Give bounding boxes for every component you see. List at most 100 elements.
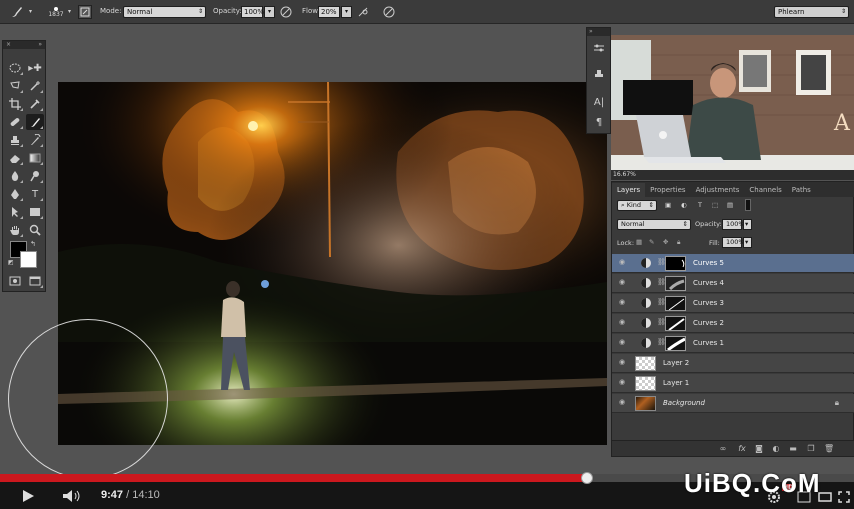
add-mask-icon[interactable]: ◙ <box>754 444 764 454</box>
magic-wand-tool-icon[interactable] <box>26 78 44 94</box>
blend-mode-dropdown[interactable]: Normal ⇕ <box>617 219 691 230</box>
brush-tool-preset-icon[interactable] <box>8 3 26 21</box>
eraser-tool-icon[interactable] <box>6 150 24 166</box>
filter-pixel-icon[interactable]: ▣ <box>665 201 671 209</box>
layer-name[interactable]: Curves 1 <box>693 339 724 347</box>
tab-adjustments[interactable]: Adjustments <box>691 183 745 197</box>
tab-layers[interactable]: Layers <box>612 183 646 197</box>
quick-mask-icon[interactable] <box>6 273 24 289</box>
pressure-size-icon[interactable] <box>382 5 396 19</box>
layer-opacity-arrow-icon[interactable]: ▾ <box>743 219 752 230</box>
tools-panel-header[interactable]: × » <box>3 41 45 49</box>
history-brush-tool-icon[interactable] <box>26 132 44 148</box>
layer-row-curves-3[interactable]: ◉ ⛓ Curves 3 <box>612 294 854 313</box>
zoom-tool-icon[interactable] <box>26 222 44 238</box>
layer-row-curves-2[interactable]: ◉ ⛓ Curves 2 <box>612 314 854 333</box>
collapse-icon[interactable]: » <box>38 41 42 49</box>
brush-size-picker[interactable]: 1837 <box>45 2 67 22</box>
flow-input[interactable]: 20% <box>318 6 340 18</box>
preset-dropdown-arrow-icon[interactable]: ▾ <box>29 8 32 15</box>
pressure-opacity-icon[interactable] <box>279 5 293 19</box>
lasso-tool-icon[interactable] <box>6 78 24 94</box>
spot-healing-tool-icon[interactable] <box>6 114 24 130</box>
layer-mask-thumbnail[interactable] <box>665 276 686 291</box>
layer-opacity-input[interactable]: 100% <box>722 219 745 230</box>
path-selection-tool-icon[interactable] <box>6 204 24 220</box>
visibility-eye-icon[interactable]: ◉ <box>617 258 627 268</box>
default-colors-icon[interactable]: ◩ <box>8 259 14 266</box>
layer-row-curves-5[interactable]: ◉ ⛓ Curves 5 <box>612 254 854 273</box>
visibility-eye-icon[interactable]: ◉ <box>617 278 627 288</box>
lock-transparent-icon[interactable]: ▦ <box>636 238 642 246</box>
filter-adjustment-icon[interactable]: ◐ <box>681 201 687 209</box>
layer-row-background[interactable]: ◉ Background 🔒︎ <box>612 394 854 413</box>
layer-mask-thumbnail[interactable] <box>665 296 686 311</box>
visibility-eye-icon[interactable]: ◉ <box>617 298 627 308</box>
layer-name[interactable]: Background <box>663 399 705 407</box>
brush-panel-toggle-icon[interactable] <box>78 5 92 19</box>
layer-row-curves-1[interactable]: ◉ ⛓ Curves 1 <box>612 334 854 353</box>
filter-type-icon[interactable]: T <box>698 201 702 209</box>
airbrush-icon[interactable] <box>356 5 370 19</box>
new-layer-icon[interactable]: ❐ <box>806 444 816 454</box>
volume-icon[interactable] <box>62 489 82 505</box>
dock-header[interactable]: » <box>587 28 610 36</box>
link-layers-icon[interactable]: ∞ <box>718 444 728 454</box>
pen-tool-icon[interactable] <box>6 186 24 202</box>
flow-slider-arrow-icon[interactable]: ▾ <box>341 6 352 18</box>
visibility-eye-icon[interactable]: ◉ <box>617 318 627 328</box>
background-color-swatch[interactable] <box>20 251 37 268</box>
visibility-eye-icon[interactable]: ◉ <box>617 338 627 348</box>
opacity-slider-arrow-icon[interactable]: ▾ <box>264 6 275 18</box>
marquee-tool-icon[interactable] <box>6 60 24 76</box>
layer-mask-thumbnail[interactable] <box>665 256 686 271</box>
fill-arrow-icon[interactable]: ▾ <box>743 237 752 248</box>
brush-presets-panel-icon[interactable] <box>591 40 607 56</box>
visibility-eye-icon[interactable]: ◉ <box>617 398 627 408</box>
mode-dropdown[interactable]: Normal ⇕ <box>123 6 206 18</box>
layer-style-fx-icon[interactable]: fx <box>737 444 747 454</box>
rectangle-tool-icon[interactable] <box>26 204 44 220</box>
workspace-dropdown[interactable]: Phlearn ⇕ <box>774 6 849 18</box>
filter-kind-dropdown[interactable]: ⌕ Kind ⇕ <box>617 200 657 211</box>
tab-channels[interactable]: Channels <box>744 183 786 197</box>
layer-thumbnail[interactable] <box>635 396 656 411</box>
blur-tool-icon[interactable] <box>6 168 24 184</box>
character-panel-icon[interactable]: A| <box>591 94 607 110</box>
eyedropper-tool-icon[interactable] <box>26 96 44 112</box>
filter-smart-object-icon[interactable]: ▤ <box>727 201 733 209</box>
tab-properties[interactable]: Properties <box>645 183 690 197</box>
layer-name[interactable]: Curves 4 <box>693 279 724 287</box>
visibility-eye-icon[interactable]: ◉ <box>617 378 627 388</box>
layer-name[interactable]: Layer 2 <box>663 359 689 367</box>
layer-name[interactable]: Curves 3 <box>693 299 724 307</box>
play-button[interactable] <box>20 488 36 506</box>
gradient-tool-icon[interactable] <box>26 150 44 166</box>
visibility-eye-icon[interactable]: ◉ <box>617 358 627 368</box>
lock-pixels-icon[interactable]: ✎ <box>649 238 654 246</box>
paragraph-panel-icon[interactable]: ¶ <box>591 114 607 130</box>
layer-row-layer-2[interactable]: ◉ Layer 2 <box>612 354 854 373</box>
layer-row-layer-1[interactable]: ◉ Layer 1 <box>612 374 854 393</box>
type-tool-icon[interactable]: T <box>26 186 44 202</box>
brush-size-arrow-icon[interactable]: ▾ <box>68 8 71 15</box>
dodge-tool-icon[interactable] <box>26 168 44 184</box>
opacity-input[interactable]: 100% <box>241 6 264 18</box>
layer-thumbnail[interactable] <box>635 376 656 391</box>
layer-thumbnail[interactable] <box>635 356 656 371</box>
screen-mode-icon[interactable] <box>26 273 44 289</box>
crop-tool-icon[interactable] <box>6 96 24 112</box>
delete-layer-icon[interactable]: 🗑︎ <box>824 444 834 454</box>
layer-name[interactable]: Layer 1 <box>663 379 689 387</box>
clone-stamp-tool-icon[interactable] <box>6 132 24 148</box>
filter-shape-icon[interactable]: ⬚ <box>712 201 718 209</box>
swap-colors-icon[interactable]: ↰ <box>30 240 36 248</box>
new-group-icon[interactable]: ▬ <box>788 444 798 454</box>
new-adjustment-layer-icon[interactable]: ◐ <box>771 444 781 454</box>
layer-row-curves-4[interactable]: ◉ ⛓ Curves 4 <box>612 274 854 293</box>
layer-name[interactable]: Curves 2 <box>693 319 724 327</box>
instructor-video[interactable]: A <box>611 35 854 180</box>
move-tool-icon[interactable]: ▸✚ <box>26 60 44 76</box>
close-icon[interactable]: × <box>6 41 11 49</box>
brush-tool-icon[interactable] <box>26 114 44 130</box>
